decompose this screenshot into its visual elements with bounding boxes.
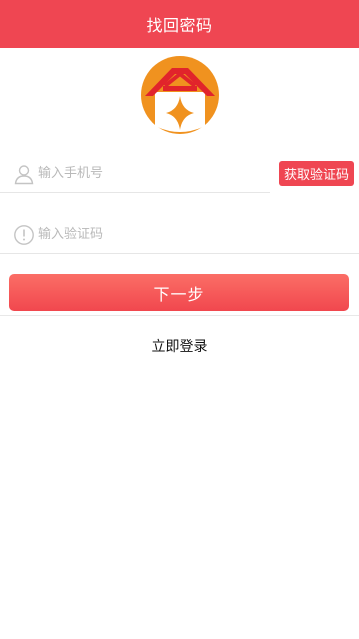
- phone-divider: [0, 192, 270, 193]
- forgot-password-page: 找回密码 获取验证码 下一步 立即登录: [0, 0, 359, 639]
- code-divider: [0, 253, 359, 254]
- code-input[interactable]: [38, 222, 263, 246]
- top-bar: 找回密码: [0, 0, 359, 48]
- code-row: [0, 214, 359, 254]
- next-step-button[interactable]: 下一步: [9, 274, 349, 311]
- phone-input[interactable]: [38, 161, 263, 185]
- info-icon: [14, 225, 34, 245]
- page-title: 找回密码: [146, 16, 213, 35]
- user-icon: [14, 165, 34, 185]
- login-now-link[interactable]: 立即登录: [0, 336, 359, 356]
- get-code-button[interactable]: 获取验证码: [279, 161, 354, 186]
- section-divider: [0, 315, 359, 316]
- app-logo-icon: [141, 56, 219, 134]
